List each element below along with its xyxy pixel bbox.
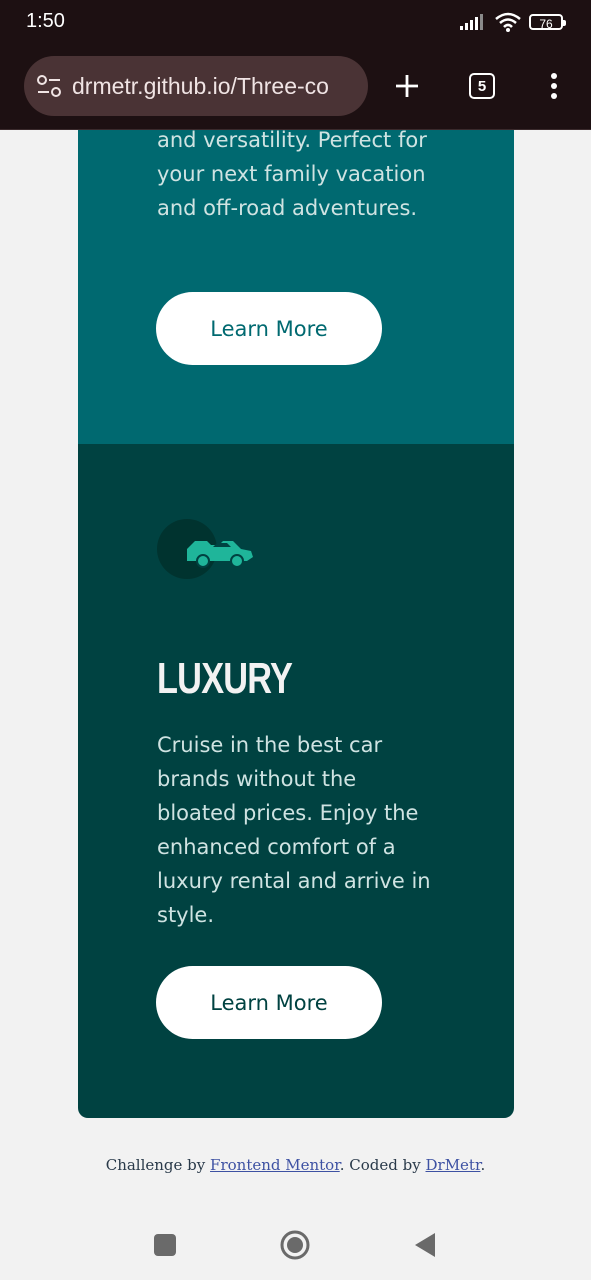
drmetr-link[interactable]: DrMetr <box>426 1156 481 1174</box>
luxury-description: Cruise in the best car brands without th… <box>157 733 431 927</box>
suv-description: and versatility. Perfect for your next f… <box>157 130 427 220</box>
home-icon[interactable] <box>279 1229 311 1261</box>
wifi-icon <box>495 12 521 32</box>
attribution: Challenge by Frontend Mentor. Coded by D… <box>0 1156 591 1174</box>
attribution-suffix: . <box>480 1156 486 1174</box>
signal-icon <box>460 14 483 30</box>
tabs-icon: 5 <box>469 73 495 99</box>
attribution-prefix: Challenge by <box>105 1156 206 1174</box>
status-icons: 76 <box>459 12 566 32</box>
site-settings-icon[interactable] <box>36 74 62 98</box>
recent-apps-icon[interactable] <box>153 1233 177 1257</box>
suv-card: and versatility. Perfect for your next f… <box>78 130 514 444</box>
new-tab-icon <box>396 75 418 97</box>
new-tab-button[interactable] <box>385 64 429 108</box>
page-viewport: and versatility. Perfect for your next f… <box>0 130 591 1220</box>
status-time: 1:50 <box>26 10 65 32</box>
system-nav-bar <box>0 1220 591 1280</box>
address-bar[interactable]: drmetr.github.io/Three-co <box>24 56 368 116</box>
luxury-learn-more-button[interactable]: Learn More <box>156 966 382 1039</box>
menu-icon <box>551 73 557 99</box>
back-icon[interactable] <box>413 1232 437 1258</box>
suv-learn-more-button[interactable]: Learn More <box>156 292 382 365</box>
tabs-button[interactable]: 5 <box>460 64 504 108</box>
luxury-title: LUXURY <box>157 654 293 703</box>
frontend-mentor-link[interactable]: Frontend Mentor <box>210 1156 340 1174</box>
car-icon <box>157 519 253 579</box>
menu-button[interactable] <box>532 64 576 108</box>
luxury-card: LUXURY Cruise in the best car brands wit… <box>78 444 514 1118</box>
browser-toolbar: drmetr.github.io/Three-co 5 <box>0 44 591 130</box>
battery-icon: 76 <box>529 14 566 31</box>
attribution-middle: . Coded by <box>339 1156 421 1174</box>
url-text[interactable]: drmetr.github.io/Three-co <box>72 73 329 100</box>
status-bar: 1:50 76 <box>0 0 591 44</box>
